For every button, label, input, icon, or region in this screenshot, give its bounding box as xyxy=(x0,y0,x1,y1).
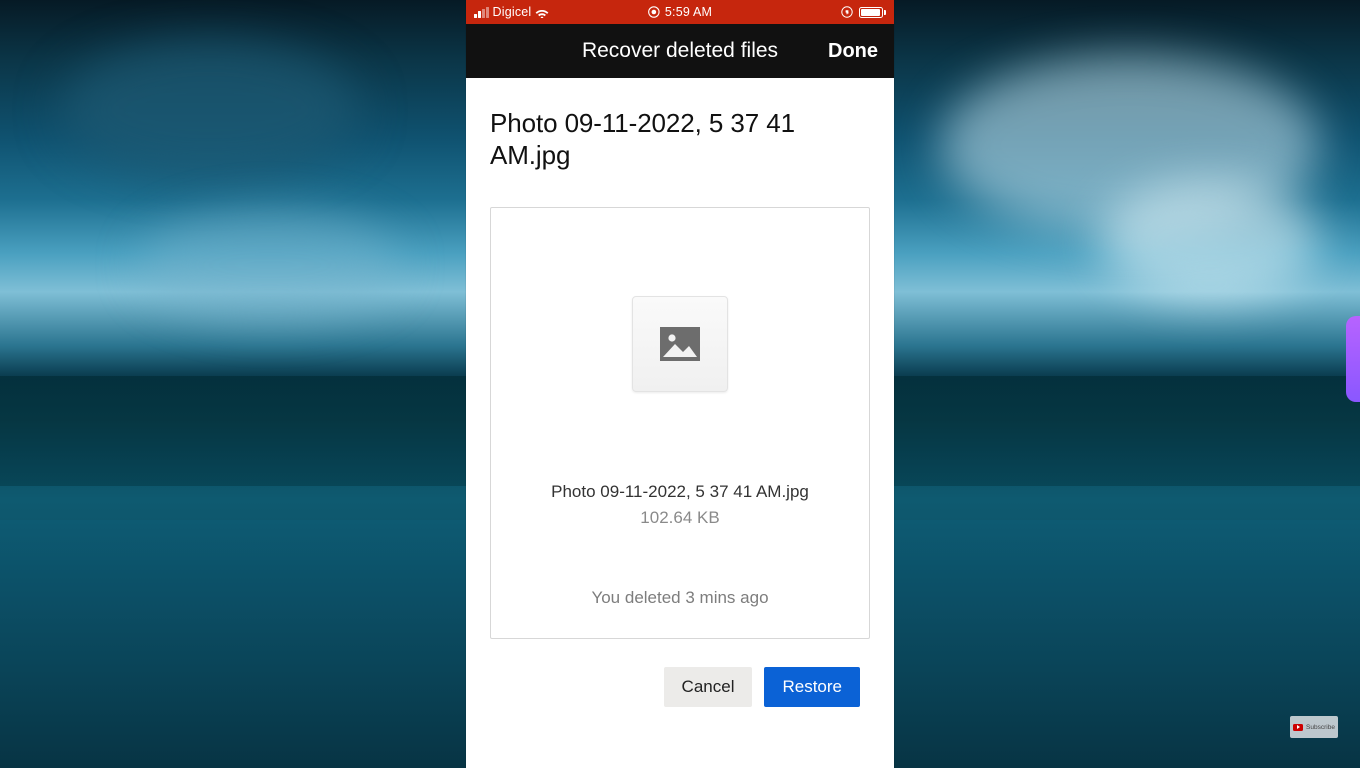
battery-icon xyxy=(859,7,887,18)
done-button[interactable]: Done xyxy=(828,40,878,63)
recording-icon xyxy=(648,6,660,18)
content-area: Photo 09-11-2022, 5 37 41 AM.jpg Photo 0… xyxy=(466,78,894,707)
image-placeholder-icon xyxy=(632,296,728,392)
file-caption: Photo 09-11-2022, 5 37 41 AM.jpg xyxy=(491,482,869,502)
ios-status-bar: Digicel 5:59 AM xyxy=(466,0,894,24)
status-carrier: Digicel xyxy=(474,5,549,19)
subscribe-chip[interactable]: Subscribe xyxy=(1290,716,1338,738)
youtube-icon xyxy=(1293,724,1303,731)
app-navbar: Recover deleted files Done xyxy=(466,24,894,78)
file-card: Photo 09-11-2022, 5 37 41 AM.jpg 102.64 … xyxy=(490,207,870,639)
wifi-icon xyxy=(535,7,549,18)
file-title: Photo 09-11-2022, 5 37 41 AM.jpg xyxy=(490,108,870,171)
action-row: Cancel Restore xyxy=(490,667,870,707)
navbar-title: Recover deleted files xyxy=(582,39,778,63)
status-center: 5:59 AM xyxy=(648,5,712,19)
phone-frame: Digicel 5:59 AM Rec xyxy=(466,0,894,768)
restore-button[interactable]: Restore xyxy=(764,667,860,707)
side-edge-tab[interactable] xyxy=(1346,316,1360,402)
deleted-text: You deleted 3 mins ago xyxy=(491,588,869,608)
thumbnail-area xyxy=(491,208,869,480)
status-time: 5:59 AM xyxy=(665,5,712,19)
desktop-background: Subscribe Digicel 5:59 AM xyxy=(0,0,1360,768)
signal-bars-icon xyxy=(474,7,489,18)
status-right xyxy=(841,6,887,18)
cancel-button[interactable]: Cancel xyxy=(664,667,753,707)
file-size: 102.64 KB xyxy=(491,508,869,528)
rotation-lock-icon xyxy=(841,6,853,18)
subscribe-label: Subscribe xyxy=(1306,724,1335,731)
carrier-label: Digicel xyxy=(493,5,532,19)
